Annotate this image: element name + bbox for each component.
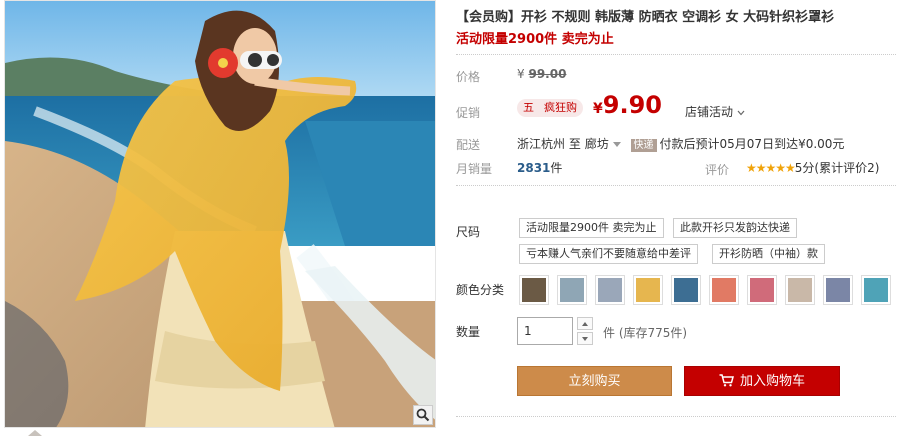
swatch-thumbnail — [598, 278, 622, 302]
monthly-sales-label: 月销量 — [456, 162, 493, 176]
swatch-thumbnail — [674, 278, 698, 302]
color-swatch[interactable] — [557, 275, 587, 305]
store-promo-label: 店铺活动 — [685, 105, 734, 119]
promo-tag[interactable]: 五疯狂购 — [517, 99, 583, 117]
ship-from: 浙江杭州 — [517, 137, 566, 151]
add-to-cart-button[interactable]: 加入购物车 — [684, 366, 840, 396]
original-currency: ¥ — [517, 67, 525, 81]
color-swatch[interactable] — [709, 275, 739, 305]
price-label: 价格 — [456, 70, 481, 84]
size-option[interactable]: 开衫防晒（中袖）款 — [712, 244, 825, 264]
size-label: 尺码 — [456, 225, 481, 239]
sales-unit: 件 — [550, 161, 563, 175]
shipping-note: 付款后预计05月07日到达¥0.00元 — [659, 137, 845, 151]
caret-down-icon — [612, 141, 621, 147]
thumbnail-strip — [4, 428, 436, 436]
divider — [456, 416, 896, 417]
color-swatch[interactable] — [519, 275, 549, 305]
swatch-thumbnail — [864, 278, 888, 302]
product-title: 【会员购】开衫 不规则 韩版薄 防晒衣 空调衫 女 大码针织衫罩衫 — [456, 10, 835, 25]
product-main-image[interactable] — [4, 0, 436, 428]
monthly-sales: 2831件 — [517, 159, 562, 176]
swatch-thumbnail — [826, 278, 850, 302]
original-price-value: 99.00 — [528, 67, 567, 81]
swatch-thumbnail — [712, 278, 736, 302]
store-promo-dropdown[interactable]: 店铺活动 — [685, 103, 745, 120]
swatch-thumbnail — [636, 278, 660, 302]
product-info-panel: 【会员购】开衫 不规则 韩版薄 防晒衣 空调衫 女 大码针织衫罩衫 活动限量29… — [456, 0, 896, 436]
magnifier-icon — [416, 408, 430, 422]
quantity-input[interactable] — [517, 317, 573, 345]
color-swatch[interactable] — [861, 275, 891, 305]
promo-tag-b: 疯狂购 — [544, 101, 577, 114]
size-option[interactable]: 此款开衫只发韵达快递 — [673, 218, 797, 238]
product-subtitle: 活动限量2900件 卖完为止 — [456, 32, 614, 47]
arrow-up-icon — [582, 321, 588, 326]
size-option[interactable]: 亏本赚人气亲们不要随意给中差评 — [519, 244, 698, 264]
swatch-thumbnail — [788, 278, 812, 302]
rating-text: 5分(累计评价2) — [794, 161, 880, 175]
color-swatch[interactable] — [747, 275, 777, 305]
swatch-thumbnail — [522, 278, 546, 302]
size-option[interactable]: 活动限量2900件 卖完为止 — [519, 218, 664, 238]
sales-count: 2831 — [517, 161, 551, 175]
promo-price-value: 9.90 — [602, 91, 662, 119]
quantity-decrease-button[interactable] — [577, 332, 593, 345]
swatch-thumbnail — [750, 278, 774, 302]
zoom-button[interactable] — [413, 405, 433, 425]
ship-destination-select[interactable]: 廊坊 — [585, 137, 627, 151]
shipping-badge: 快递 — [630, 139, 657, 152]
rating-stars: ★★★★★ — [746, 161, 796, 175]
thumb-pointer-icon — [28, 430, 42, 436]
shipping-label: 配送 — [456, 138, 481, 152]
color-swatch[interactable] — [671, 275, 701, 305]
ship-destination: 廊坊 — [584, 137, 609, 151]
swatch-thumbnail — [560, 278, 584, 302]
rating-link[interactable]: ★★★★★5分(累计评价2) — [746, 159, 879, 176]
beach-photo — [5, 1, 435, 427]
ship-to-word: 至 — [568, 137, 581, 151]
quantity-label: 数量 — [456, 325, 481, 339]
original-price: ¥ 99.00 — [517, 67, 566, 81]
cart-icon — [719, 374, 734, 387]
add-to-cart-label: 加入购物车 — [739, 374, 805, 389]
promo-tag-a: 五 — [523, 101, 534, 114]
rating-label: 评价 — [705, 163, 730, 177]
color-swatch[interactable] — [633, 275, 663, 305]
buy-now-label: 立刻购买 — [568, 374, 621, 389]
buy-now-button[interactable]: 立刻购买 — [517, 366, 672, 396]
promo-currency: ¥ — [593, 101, 603, 117]
arrow-down-icon — [582, 336, 588, 341]
stock-info: 件 (库存775件) — [603, 326, 688, 340]
shipping-info: 浙江杭州 至 廊坊 快递 付款后预计05月07日到达¥0.00元 — [517, 135, 844, 152]
price-box: 价格 ¥ 99.00 促销 五疯狂购 ¥9.90 店铺活动 配送 浙江杭州 至 … — [456, 54, 896, 186]
promo-label: 促销 — [456, 106, 481, 120]
color-swatch[interactable] — [785, 275, 815, 305]
chevron-down-icon — [737, 110, 745, 116]
color-label: 颜色分类 — [456, 283, 505, 297]
color-swatch[interactable] — [823, 275, 853, 305]
promo-price: ¥9.90 — [593, 91, 662, 119]
color-swatch[interactable] — [595, 275, 625, 305]
quantity-increase-button[interactable] — [577, 317, 593, 330]
